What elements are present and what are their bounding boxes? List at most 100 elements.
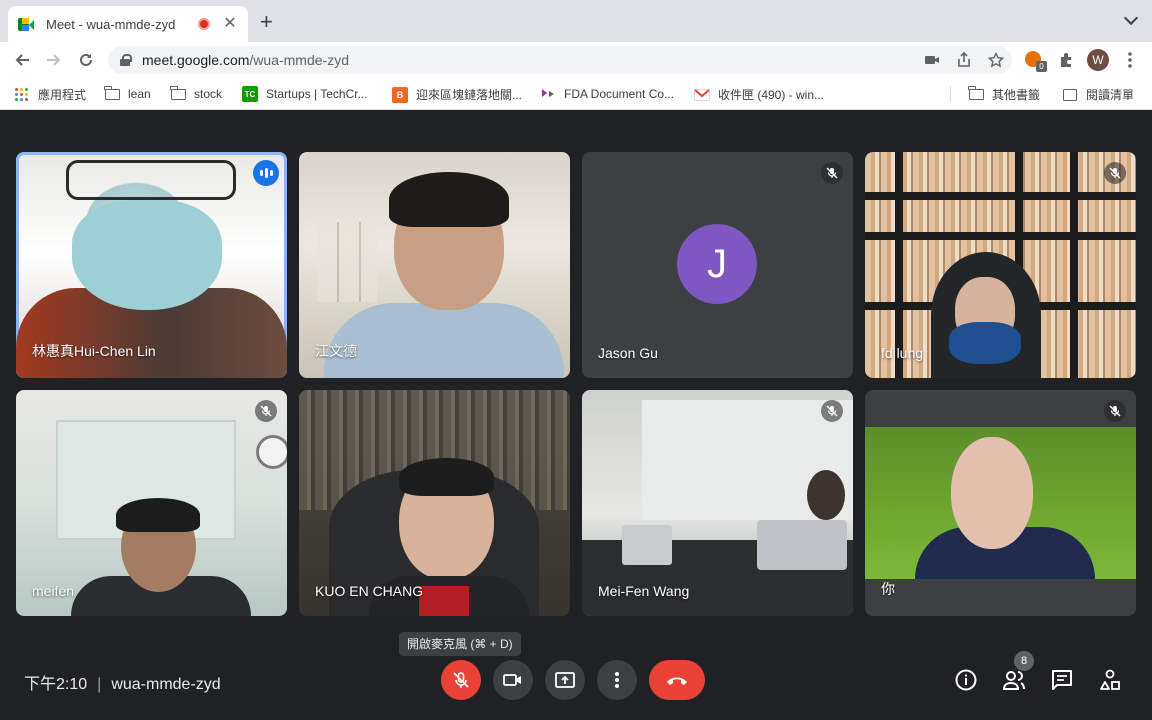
speaking-indicator-icon — [253, 160, 279, 186]
reading-list-button[interactable]: 閱讀清單 — [1062, 86, 1134, 103]
camera-icon — [503, 674, 521, 686]
bookmark-fda[interactable]: FDA Document Co... — [540, 86, 674, 102]
more-options-button[interactable] — [597, 660, 637, 700]
extension-button[interactable]: 0 — [1022, 48, 1047, 72]
present-screen-button[interactable] — [545, 660, 585, 700]
lock-icon — [120, 54, 132, 66]
bookmark-label: 其他書籤 — [992, 88, 1041, 102]
extensions-menu-button[interactable] — [1054, 48, 1078, 72]
recording-indicator-icon — [198, 18, 210, 30]
tab-search-chevron-icon[interactable] — [1123, 10, 1139, 26]
bookmark-label: 閱讀清單 — [1086, 88, 1135, 102]
reload-button[interactable] — [74, 48, 98, 72]
gmail-icon — [694, 88, 710, 101]
participant-tile[interactable]: fd lung — [865, 152, 1136, 378]
browser-toolbar: meet.google.com/wua-mmde-zyd 0 W — [0, 42, 1152, 78]
info-icon — [955, 669, 977, 691]
share-icon[interactable] — [956, 52, 972, 68]
folder-icon — [968, 86, 984, 100]
bookmark-gmail[interactable]: 收件匣 (490) - win... — [694, 86, 824, 103]
folder-icon — [104, 85, 120, 100]
muted-mic-icon — [821, 400, 843, 422]
url-path: /wua-mmde-zyd — [249, 52, 349, 68]
bookmark-label: Startups | TechCr... — [266, 87, 368, 101]
mic-off-icon — [453, 672, 469, 688]
blockchain-site-icon: B — [392, 86, 408, 103]
forward-arrow-icon — [47, 54, 61, 66]
activities-button[interactable] — [1096, 666, 1124, 694]
more-vert-icon — [615, 672, 619, 688]
url-host: meet.google.com — [142, 52, 250, 68]
participant-name: Jason Gu — [598, 345, 658, 361]
muted-mic-icon — [1104, 400, 1126, 422]
participant-tile[interactable]: 江文德 — [299, 152, 570, 378]
bookmark-label: FDA Document Co... — [564, 87, 675, 101]
bookmarks-divider — [950, 86, 951, 102]
bookmark-label: stock — [194, 87, 223, 101]
people-count-badge: 8 — [1014, 651, 1034, 671]
forward-button[interactable] — [42, 48, 66, 72]
participant-tile-self[interactable]: 你 — [865, 390, 1136, 616]
participant-name: 江文德 — [315, 343, 357, 359]
participant-avatar: J — [677, 224, 757, 304]
bookmark-folder-lean[interactable]: lean — [104, 85, 151, 102]
new-tab-button[interactable]: + — [260, 11, 273, 33]
address-bar[interactable]: meet.google.com/wua-mmde-zyd — [108, 46, 1012, 74]
meeting-code: wua-mmde-zyd — [111, 676, 221, 693]
toggle-camera-button[interactable] — [493, 660, 533, 700]
bookmark-label: lean — [128, 87, 151, 101]
muted-mic-icon — [1104, 162, 1126, 184]
browser-tab[interactable]: Meet - wua-mmde-zyd ✕ — [8, 6, 248, 42]
extension-icon: 0 — [1025, 51, 1047, 72]
toggle-mic-button[interactable] — [441, 660, 481, 700]
meeting-details-button[interactable] — [952, 666, 980, 694]
muted-mic-icon — [821, 162, 843, 184]
participant-name: Mei-Fen Wang — [598, 583, 690, 599]
participant-tile[interactable]: J Jason Gu — [582, 152, 853, 378]
participant-name: KUO EN CHANG — [315, 583, 424, 599]
bookmark-apps[interactable]: 應用程式 — [14, 86, 86, 103]
close-tab-icon[interactable]: ✕ — [222, 16, 238, 32]
participant-tile[interactable]: meifen — [16, 390, 287, 616]
leave-call-button[interactable] — [649, 660, 705, 700]
activities-shapes-icon — [1100, 669, 1120, 690]
bookmark-star-icon[interactable] — [988, 52, 1004, 68]
participant-name: fd lung — [881, 345, 924, 361]
meeting-info-divider: | — [97, 676, 102, 693]
profile-button[interactable]: W — [1086, 48, 1110, 72]
techcrunch-icon: TC — [242, 86, 258, 102]
bookmark-label: 應用程式 — [38, 88, 87, 102]
participant-name: meifen — [32, 583, 75, 599]
participant-tile[interactable]: Mei-Fen Wang — [582, 390, 853, 616]
chat-icon — [1052, 670, 1072, 690]
people-icon — [1002, 671, 1025, 690]
bookmark-label: 迎來區塊鏈落地關... — [416, 88, 523, 102]
bookmark-blockchain[interactable]: B 迎來區塊鏈落地關... — [392, 86, 522, 103]
extension-badge: 0 — [1036, 61, 1047, 72]
kebab-menu-icon — [1128, 52, 1132, 68]
back-button[interactable] — [10, 48, 34, 72]
reload-icon — [80, 53, 92, 66]
present-screen-icon — [555, 672, 575, 688]
puzzle-icon — [1061, 53, 1071, 67]
chat-button[interactable] — [1048, 666, 1076, 694]
bookmarks-bar: 應用程式 lean stock TC Startups | TechCr... … — [0, 78, 1152, 110]
bookmark-techcrunch[interactable]: TC Startups | TechCr... — [242, 86, 368, 102]
bookmark-folder-stock[interactable]: stock — [170, 85, 223, 102]
apps-grid-icon — [15, 87, 29, 102]
hang-up-icon — [667, 677, 687, 685]
participant-tile[interactable]: 林惠真Hui-Chen Lin — [16, 152, 287, 378]
fda-icon — [542, 89, 554, 97]
browser-menu-button[interactable] — [1118, 48, 1142, 72]
browser-tab-strip: Meet - wua-mmde-zyd ✕ + — [0, 0, 1152, 42]
participant-name: 林惠真Hui-Chen Lin — [32, 343, 156, 359]
bookmark-label: 收件匣 (490) - win... — [718, 88, 825, 102]
camera-in-use-icon[interactable] — [924, 52, 940, 68]
participant-name: 你 — [881, 581, 895, 597]
reading-list-icon — [1063, 88, 1077, 101]
folder-icon — [170, 85, 186, 100]
participant-tile[interactable]: KUO EN CHANG — [299, 390, 570, 616]
muted-mic-icon — [255, 400, 277, 422]
meet-favicon-icon — [18, 17, 34, 31]
bookmark-other-folder[interactable]: 其他書籤 — [968, 86, 1040, 103]
